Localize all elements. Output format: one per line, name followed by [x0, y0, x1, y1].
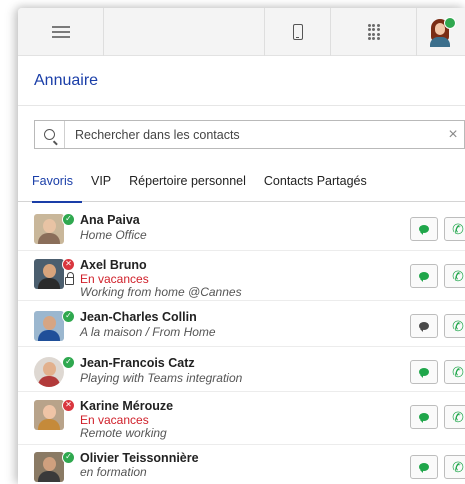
contact-status-text: en formation	[80, 465, 147, 479]
search-button[interactable]	[35, 121, 65, 148]
user-profile-button[interactable]	[417, 8, 465, 56]
chat-icon	[419, 272, 429, 282]
phone-icon: ✆	[452, 268, 464, 284]
contact-list: ✓ Ana Paiva Home Office ✆ ✕ Axel Bruno E…	[18, 204, 465, 484]
contact-row[interactable]: ✓ Jean-Francois Catz Playing with Teams …	[18, 347, 465, 392]
call-button[interactable]: ✆	[444, 405, 465, 429]
call-button[interactable]: ✆	[444, 360, 465, 384]
mobile-phone-icon	[292, 24, 303, 40]
call-button[interactable]: ✆	[444, 264, 465, 288]
contact-avatar	[34, 214, 64, 244]
tab-vip[interactable]: VIP	[91, 166, 120, 202]
chat-button[interactable]	[410, 455, 438, 479]
menu-button[interactable]	[18, 8, 104, 56]
contact-avatar	[34, 400, 64, 430]
hamburger-icon	[51, 26, 70, 38]
status-busy-icon: ✕	[62, 399, 75, 412]
contact-status-text: En vacances	[80, 413, 149, 427]
contact-row[interactable]: ✓ Olivier Teissonnière en formation ✆	[18, 445, 465, 484]
chat-button[interactable]	[410, 217, 438, 241]
search-box: ×	[34, 120, 465, 149]
status-busy-icon: ✕	[62, 258, 75, 271]
contact-row[interactable]: ✕ Karine Mérouze En vacances Remote work…	[18, 392, 465, 445]
chat-icon	[419, 463, 429, 473]
contact-avatar	[34, 259, 64, 289]
contact-name: Axel Bruno	[80, 258, 147, 272]
contact-status-text: A la maison / From Home	[80, 325, 216, 339]
contact-row[interactable]: ✓ Jean-Charles Collin A la maison / From…	[18, 301, 465, 347]
contact-status-text: Playing with Teams integration	[80, 371, 243, 385]
phone-icon: ✆	[452, 409, 464, 425]
phone-icon: ✆	[452, 364, 464, 380]
chat-icon	[419, 322, 429, 332]
chat-icon	[419, 413, 429, 423]
contact-avatar	[34, 357, 64, 387]
contact-row[interactable]: ✓ Ana Paiva Home Office ✆	[18, 204, 465, 251]
call-button[interactable]: ✆	[444, 455, 465, 479]
phone-icon: ✆	[452, 459, 464, 475]
contact-avatar	[34, 311, 64, 341]
page-header: Annuaire	[18, 56, 465, 106]
contact-status-text: En vacances	[80, 272, 149, 286]
chat-button[interactable]	[410, 360, 438, 384]
app-window: Annuaire × Favoris VIP Répertoire person…	[18, 8, 465, 484]
phone-icon: ✆	[452, 318, 464, 334]
call-button[interactable]: ✆	[444, 217, 465, 241]
tab-contacts-partages[interactable]: Contacts Partagés	[264, 166, 376, 202]
contact-status-text: Home Office	[80, 228, 147, 242]
contact-note-text: Remote working	[80, 426, 167, 440]
tab-bar: Favoris VIP Répertoire personnel Contact…	[18, 166, 465, 203]
search-icon	[44, 129, 55, 140]
chat-button[interactable]	[410, 264, 438, 288]
dialpad-icon	[367, 23, 380, 41]
contact-name: Ana Paiva	[80, 213, 140, 227]
chat-icon	[419, 368, 429, 378]
status-available-icon: ✓	[62, 213, 75, 226]
device-button[interactable]	[264, 8, 331, 56]
chat-icon	[419, 225, 429, 235]
lock-icon	[65, 272, 74, 285]
status-available-icon	[444, 17, 456, 29]
contact-avatar	[34, 452, 64, 482]
contact-name: Jean-Francois Catz	[80, 356, 195, 370]
chat-button[interactable]	[410, 405, 438, 429]
contact-row[interactable]: ✕ Axel Bruno En vacances Working from ho…	[18, 251, 465, 301]
status-available-icon: ✓	[62, 356, 75, 369]
user-avatar-icon	[428, 17, 456, 47]
contact-name: Olivier Teissonnière	[80, 451, 199, 465]
status-available-icon: ✓	[62, 451, 75, 464]
chat-button[interactable]	[410, 314, 438, 338]
page-title: Annuaire	[34, 72, 99, 89]
tab-repertoire-personnel[interactable]: Répertoire personnel	[129, 166, 255, 202]
top-toolbar	[18, 8, 465, 56]
contact-note-text: Working from home @Cannes	[80, 285, 242, 299]
clear-search-button[interactable]: ×	[442, 121, 464, 148]
tab-favoris[interactable]: Favoris	[32, 166, 82, 203]
phone-icon: ✆	[452, 221, 464, 237]
dialpad-button[interactable]	[331, 8, 417, 56]
search-input[interactable]	[65, 121, 442, 148]
status-available-icon: ✓	[62, 310, 75, 323]
contact-name: Jean-Charles Collin	[80, 310, 197, 324]
call-button[interactable]: ✆	[444, 314, 465, 338]
contact-name: Karine Mérouze	[80, 399, 174, 413]
